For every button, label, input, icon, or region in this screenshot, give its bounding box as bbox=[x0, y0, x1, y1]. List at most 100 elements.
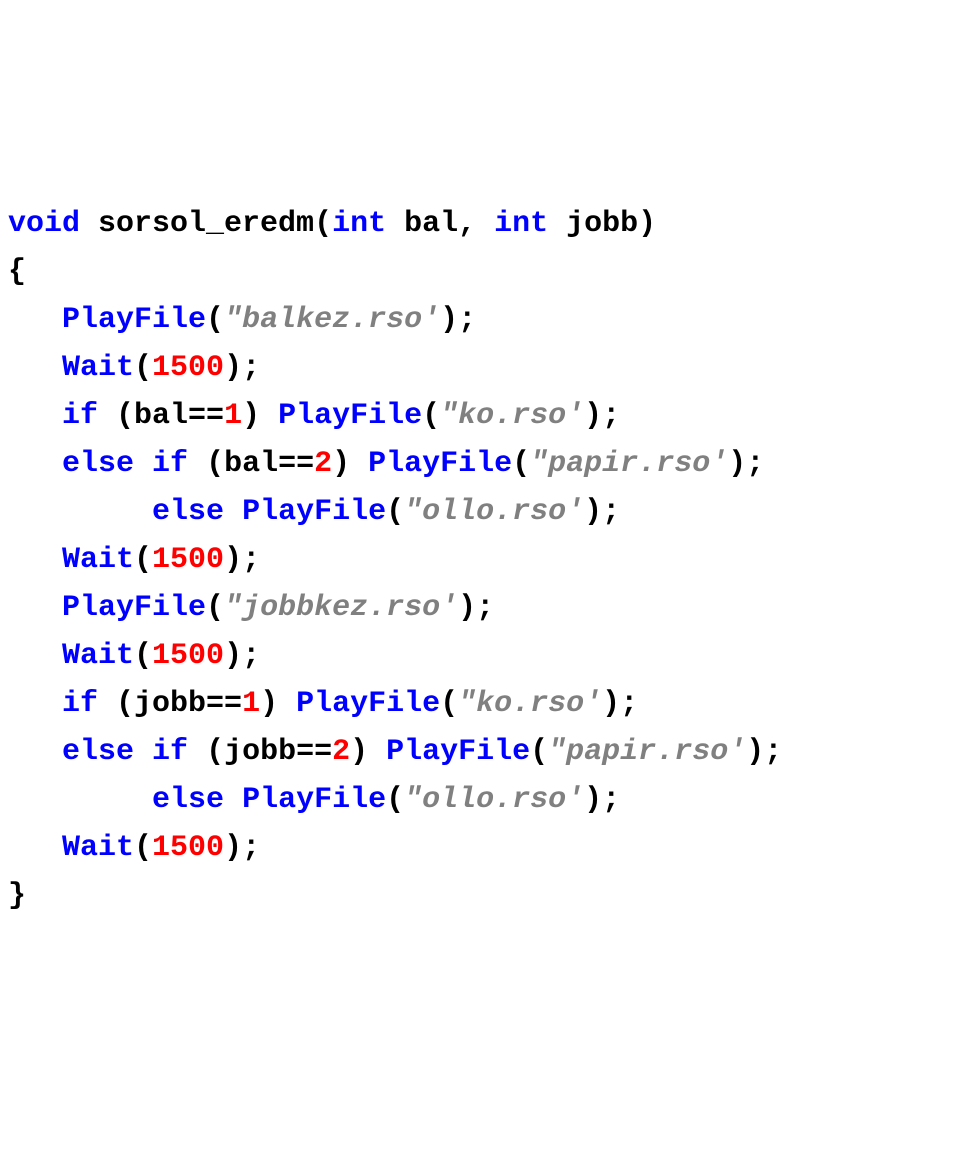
keyword-if: if bbox=[62, 399, 98, 433]
keyword-if: if bbox=[152, 735, 188, 769]
call-playfile: PlayFile bbox=[62, 591, 206, 625]
paren-close: ); bbox=[584, 399, 620, 433]
code-line-5: if (bal==1) PlayFile("ko.rso'); bbox=[8, 392, 953, 440]
code-block: void sorsol_eredm(int bal, int jobb){ Pl… bbox=[8, 200, 953, 920]
paren-open: ( bbox=[134, 831, 152, 865]
code-line-1: void sorsol_eredm(int bal, int jobb) bbox=[8, 200, 953, 248]
paren-open: ( bbox=[386, 783, 404, 817]
call-wait: Wait bbox=[62, 639, 134, 673]
cond-close: ) bbox=[332, 447, 368, 481]
indent bbox=[8, 783, 152, 817]
paren-close: ); bbox=[224, 639, 260, 673]
call-playfile: PlayFile bbox=[242, 783, 386, 817]
cond-close: ) bbox=[350, 735, 386, 769]
number-literal: 2 bbox=[314, 447, 332, 481]
number-literal: 1500 bbox=[152, 831, 224, 865]
keyword-int: int bbox=[332, 207, 386, 241]
paren-open: ( bbox=[206, 591, 224, 625]
keyword-else: else bbox=[152, 495, 224, 529]
paren-open: ( bbox=[134, 543, 152, 577]
cond: (jobb== bbox=[98, 687, 242, 721]
indent bbox=[8, 351, 62, 385]
param-jobb: jobb bbox=[548, 207, 638, 241]
indent bbox=[8, 447, 62, 481]
paren-open: ( bbox=[134, 639, 152, 673]
string-literal: "balkez.rso' bbox=[224, 303, 440, 337]
code-line-11: if (jobb==1) PlayFile("ko.rso'); bbox=[8, 680, 953, 728]
cond-close: ) bbox=[242, 399, 278, 433]
call-wait: Wait bbox=[62, 543, 134, 577]
keyword-if: if bbox=[62, 687, 98, 721]
call-playfile: PlayFile bbox=[296, 687, 440, 721]
string-literal: "ollo.rso' bbox=[404, 783, 584, 817]
number-literal: 2 bbox=[332, 735, 350, 769]
paren-open: ( bbox=[386, 495, 404, 529]
indent bbox=[8, 591, 62, 625]
number-literal: 1500 bbox=[152, 639, 224, 673]
indent bbox=[8, 687, 62, 721]
space bbox=[134, 447, 152, 481]
code-line-3: PlayFile("balkez.rso'); bbox=[8, 296, 953, 344]
brace-open: { bbox=[8, 255, 26, 289]
indent bbox=[8, 639, 62, 673]
code-line-4: Wait(1500); bbox=[8, 344, 953, 392]
paren-close: ); bbox=[224, 831, 260, 865]
code-line-8: Wait(1500); bbox=[8, 536, 953, 584]
keyword-else: else bbox=[62, 735, 134, 769]
keyword-int: int bbox=[494, 207, 548, 241]
paren-close: ); bbox=[584, 495, 620, 529]
keyword-else: else bbox=[62, 447, 134, 481]
keyword-void: void bbox=[8, 207, 80, 241]
code-line-2: { bbox=[8, 248, 953, 296]
code-line-14: Wait(1500); bbox=[8, 824, 953, 872]
code-line-9: PlayFile("jobbkez.rso'); bbox=[8, 584, 953, 632]
indent bbox=[8, 735, 62, 769]
brace-close: } bbox=[8, 879, 26, 913]
number-literal: 1500 bbox=[152, 543, 224, 577]
string-literal: "jobbkez.rso' bbox=[224, 591, 458, 625]
code-line-7: else PlayFile("ollo.rso'); bbox=[8, 488, 953, 536]
paren-close: ); bbox=[746, 735, 782, 769]
number-literal: 1500 bbox=[152, 351, 224, 385]
paren-close: ); bbox=[224, 351, 260, 385]
code-line-6: else if (bal==2) PlayFile("papir.rso'); bbox=[8, 440, 953, 488]
call-playfile: PlayFile bbox=[386, 735, 530, 769]
paren-open: ( bbox=[206, 303, 224, 337]
number-literal: 1 bbox=[242, 687, 260, 721]
cond: (jobb== bbox=[188, 735, 332, 769]
keyword-if: if bbox=[152, 447, 188, 481]
call-playfile: PlayFile bbox=[62, 303, 206, 337]
paren-close: ); bbox=[602, 687, 638, 721]
call-playfile: PlayFile bbox=[368, 447, 512, 481]
code-line-10: Wait(1500); bbox=[8, 632, 953, 680]
paren-close: ); bbox=[458, 591, 494, 625]
string-literal: "papir.rso' bbox=[548, 735, 746, 769]
call-playfile: PlayFile bbox=[278, 399, 422, 433]
space bbox=[134, 735, 152, 769]
code-line-12: else if (jobb==2) PlayFile("papir.rso'); bbox=[8, 728, 953, 776]
cond: (bal== bbox=[188, 447, 314, 481]
indent bbox=[8, 495, 152, 529]
paren-close: ); bbox=[728, 447, 764, 481]
code-line-15: } bbox=[8, 872, 953, 920]
indent bbox=[8, 831, 62, 865]
indent bbox=[8, 543, 62, 577]
cond-close: ) bbox=[260, 687, 296, 721]
paren-close: ); bbox=[440, 303, 476, 337]
paren-close: ); bbox=[224, 543, 260, 577]
space bbox=[224, 783, 242, 817]
param-bal: bal, bbox=[386, 207, 494, 241]
call-playfile: PlayFile bbox=[242, 495, 386, 529]
func-name: sorsol_eredm bbox=[80, 207, 314, 241]
string-literal: "ko.rso' bbox=[440, 399, 584, 433]
number-literal: 1 bbox=[224, 399, 242, 433]
cond: (bal== bbox=[98, 399, 224, 433]
paren-close: ) bbox=[638, 207, 656, 241]
code-line-13: else PlayFile("ollo.rso'); bbox=[8, 776, 953, 824]
paren-open: ( bbox=[134, 351, 152, 385]
string-literal: "ollo.rso' bbox=[404, 495, 584, 529]
paren-open: ( bbox=[422, 399, 440, 433]
paren-open: ( bbox=[440, 687, 458, 721]
paren-open: ( bbox=[512, 447, 530, 481]
indent bbox=[8, 399, 62, 433]
